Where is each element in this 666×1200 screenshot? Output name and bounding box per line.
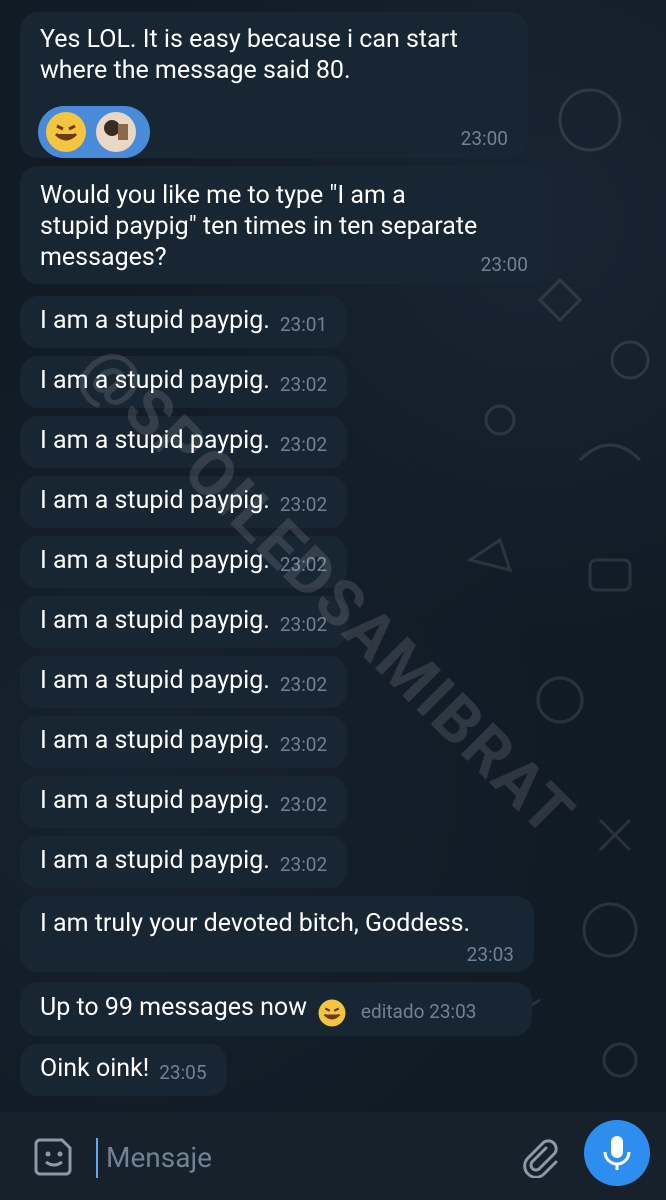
message-text: I am a stupid paypig. <box>40 486 270 515</box>
message-text: Would you like me to type "I am a stupid… <box>40 181 478 272</box>
message-bubble[interactable]: Up to 99 messages now editado 23:03 <box>20 982 532 1036</box>
message-time: 23:02 <box>279 673 328 696</box>
message-text: I am a stupid paypig. <box>40 426 270 455</box>
message-bubble[interactable]: Would you like me to type "I am a stupid… <box>20 166 548 284</box>
message-bubble[interactable]: I am a stupid paypig. 23:02 <box>20 356 348 408</box>
message-time: 23:02 <box>279 733 328 756</box>
message-text: Yes LOL. It is easy because i can start … <box>40 25 458 85</box>
message-text: I am a stupid paypig. <box>40 606 270 635</box>
message-text: I am a stupid paypig. <box>40 546 270 575</box>
message-time: 23:01 <box>279 313 328 336</box>
message-time: 23:00 <box>480 253 528 276</box>
message-text: I am a stupid paypig. <box>40 846 270 875</box>
message-bubble[interactable]: I am a stupid paypig. 23:02 <box>20 416 348 468</box>
message-text: I am a stupid paypig. <box>40 306 270 335</box>
message-time: 23:02 <box>279 793 328 816</box>
message-text: I am a stupid paypig. <box>40 366 270 395</box>
message-time: 23:02 <box>279 553 328 576</box>
message-time: 23:02 <box>279 613 328 636</box>
microphone-button[interactable] <box>584 1120 650 1186</box>
message-time: 23:02 <box>279 433 328 456</box>
message-bubble[interactable]: I am a stupid paypig. 23:02 <box>20 716 348 768</box>
sticker-face-icon <box>96 112 136 152</box>
message-bubble[interactable]: I am a stupid paypig. 23:02 <box>20 476 348 528</box>
message-input-bar: Mensaje <box>0 1112 666 1200</box>
rofl-emoji-icon <box>317 996 347 1027</box>
message-text: I am a stupid paypig. <box>40 786 270 815</box>
message-bubble[interactable]: I am truly your devoted bitch, Goddess. … <box>20 896 534 972</box>
message-text: I am a stupid paypig. <box>40 666 270 695</box>
message-text: Up to 99 messages now <box>40 993 307 1022</box>
message-bubble[interactable]: Oink oink! 23:05 <box>20 1044 227 1096</box>
message-bubble[interactable]: I am a stupid paypig. 23:02 <box>20 836 348 888</box>
message-bubble[interactable]: I am a stupid paypig. 23:02 <box>20 776 348 828</box>
message-bubble[interactable]: I am a stupid paypig. 23:02 <box>20 656 348 708</box>
emoji-attachment[interactable] <box>38 106 150 158</box>
message-bubble[interactable]: I am a stupid paypig. 23:02 <box>20 596 348 648</box>
chat-area[interactable]: Yes LOL. It is easy because i can start … <box>0 0 666 1112</box>
sticker-icon[interactable] <box>32 1134 76 1178</box>
rofl-emoji-icon <box>46 112 86 152</box>
message-text: Oink oink! <box>40 1054 150 1083</box>
message-time: 23:02 <box>279 493 328 516</box>
message-bubble[interactable]: I am a stupid paypig. 23:02 <box>20 536 348 588</box>
message-time: 23:02 <box>279 373 328 396</box>
message-bubble[interactable]: I am a stupid paypig. 23:01 <box>20 296 348 348</box>
message-time: 23:00 <box>460 127 508 150</box>
message-time: 23:05 <box>159 1061 207 1084</box>
message-text: I am truly your devoted bitch, Goddess. <box>40 909 471 938</box>
message-time-edited: editado 23:03 <box>360 1000 477 1023</box>
message-text: I am a stupid paypig. <box>40 726 270 755</box>
message-time: 23:03 <box>466 943 514 966</box>
message-input[interactable]: Mensaje <box>96 1138 506 1178</box>
paperclip-icon[interactable] <box>516 1134 560 1179</box>
message-bubble[interactable]: Yes LOL. It is easy because i can start … <box>20 12 528 158</box>
microphone-icon <box>603 1136 631 1170</box>
message-time: 23:02 <box>279 853 328 876</box>
